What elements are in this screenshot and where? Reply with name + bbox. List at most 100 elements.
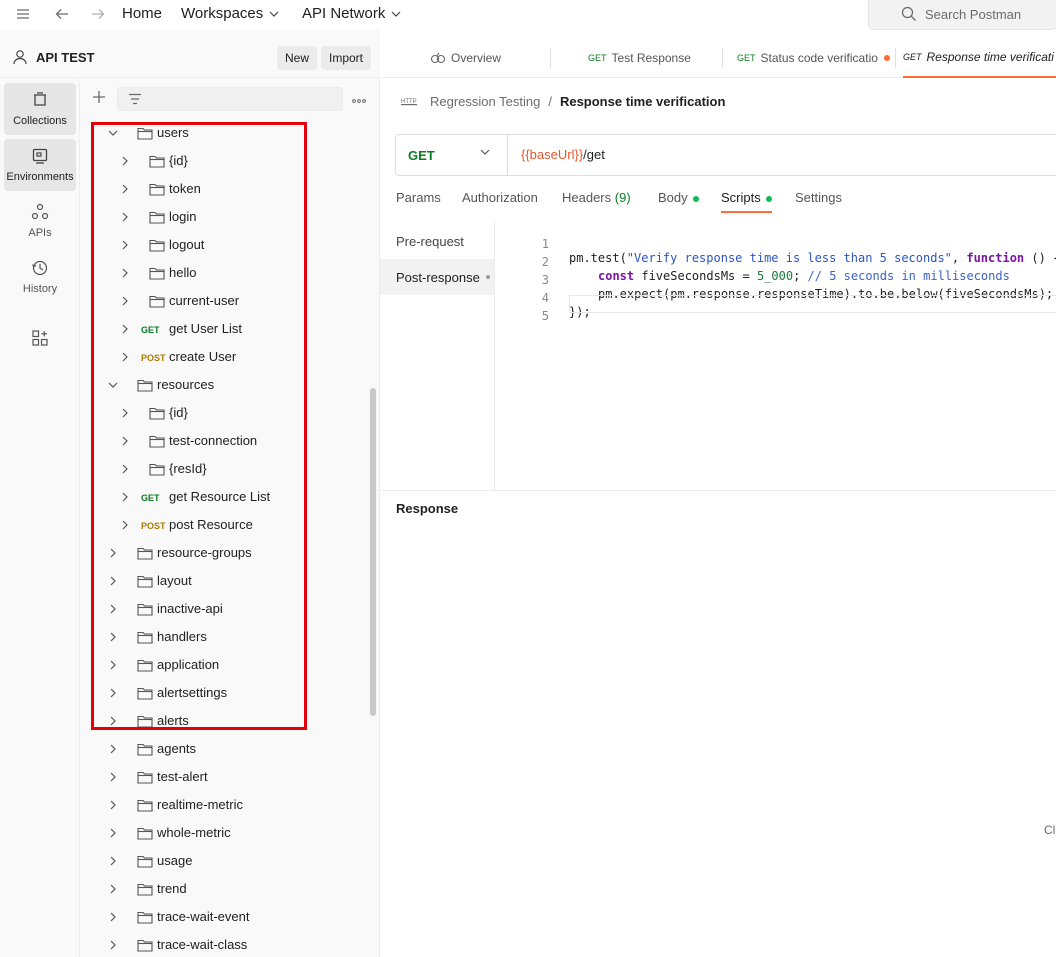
tree-folder-item[interactable]: resource-groups bbox=[80, 539, 370, 567]
chevron-right-icon[interactable] bbox=[119, 407, 131, 419]
tree-folder-item[interactable]: trace-wait-event bbox=[80, 903, 370, 931]
chevron-right-icon[interactable] bbox=[119, 463, 131, 475]
tree-folder-item[interactable]: inactive-api bbox=[80, 595, 370, 623]
api-network-menu[interactable]: API Network bbox=[302, 5, 401, 22]
configure-workbench-button[interactable] bbox=[4, 312, 76, 364]
tab-settings[interactable]: Settings bbox=[795, 190, 842, 205]
tab-response-time-verification[interactable]: GET Response time verificati bbox=[903, 38, 1056, 78]
chevron-right-icon[interactable] bbox=[119, 267, 131, 279]
tree-folder-item[interactable]: test-alert bbox=[80, 763, 370, 791]
tree-folder-item[interactable]: {id} bbox=[80, 399, 370, 427]
pre-request-option[interactable]: Pre-request bbox=[380, 223, 494, 259]
chevron-right-icon[interactable] bbox=[119, 239, 131, 251]
tab-test-response[interactable]: GET Test Response bbox=[588, 38, 691, 78]
method-select[interactable]: GET bbox=[396, 135, 508, 175]
tab-params[interactable]: Params bbox=[396, 190, 441, 205]
tree-folder-item[interactable]: logout bbox=[80, 231, 370, 259]
home-link[interactable]: Home bbox=[122, 5, 162, 22]
scripts-indicator-dot bbox=[765, 195, 772, 202]
chevron-right-icon[interactable] bbox=[119, 491, 131, 503]
tree-folder-item[interactable]: login bbox=[80, 203, 370, 231]
tab-overview[interactable]: Overview bbox=[430, 38, 501, 78]
forward-arrow-icon[interactable] bbox=[89, 4, 107, 24]
breadcrumb-parent[interactable]: Regression Testing bbox=[430, 94, 540, 109]
chevron-right-icon[interactable] bbox=[119, 211, 131, 223]
post-response-option[interactable]: Post-response bbox=[380, 259, 494, 295]
tree-folder-item[interactable]: resources bbox=[80, 371, 370, 399]
chevron-right-icon[interactable] bbox=[107, 575, 119, 587]
url-input[interactable]: {{baseUrl}}/get bbox=[521, 147, 605, 162]
chevron-right-icon[interactable] bbox=[107, 631, 119, 643]
breadcrumb-current[interactable]: Response time verification bbox=[560, 94, 725, 109]
filter-input[interactable] bbox=[117, 87, 343, 111]
tab-status-code-verification[interactable]: GET Status code verificatio bbox=[737, 38, 890, 78]
tab-headers[interactable]: Headers (9) bbox=[562, 190, 631, 205]
sidebar-scrollbar[interactable] bbox=[370, 388, 376, 716]
add-collection-button[interactable] bbox=[92, 90, 108, 106]
tree-folder-item[interactable]: trend bbox=[80, 875, 370, 903]
tree-folder-item[interactable]: {id} bbox=[80, 147, 370, 175]
tree-folder-item[interactable]: current-user bbox=[80, 287, 370, 315]
rail-item-history[interactable]: History bbox=[4, 251, 76, 303]
chevron-right-icon[interactable] bbox=[107, 799, 119, 811]
back-arrow-icon[interactable] bbox=[53, 4, 71, 24]
folder-icon bbox=[149, 434, 165, 448]
tree-request-item[interactable]: GET get User List bbox=[80, 315, 370, 343]
tree-folder-item[interactable]: usage bbox=[80, 847, 370, 875]
new-button[interactable]: New bbox=[277, 46, 318, 70]
chevron-right-icon[interactable] bbox=[119, 519, 131, 531]
tree-request-item[interactable]: POST post Resource bbox=[80, 511, 370, 539]
chevron-right-icon[interactable] bbox=[119, 155, 131, 167]
rail-item-environments[interactable]: Environments bbox=[4, 139, 76, 191]
tree-folder-item[interactable]: hello bbox=[80, 259, 370, 287]
tree-folder-item[interactable]: alerts bbox=[80, 707, 370, 735]
tree-item-label: current-user bbox=[169, 293, 240, 308]
tree-folder-item[interactable]: test-connection bbox=[80, 427, 370, 455]
chevron-right-icon[interactable] bbox=[107, 659, 119, 671]
more-options-icon[interactable] bbox=[352, 92, 366, 106]
chevron-right-icon[interactable] bbox=[119, 351, 131, 363]
tree-folder-item[interactable]: realtime-metric bbox=[80, 791, 370, 819]
tab-body[interactable]: Body bbox=[658, 190, 699, 205]
chevron-right-icon[interactable] bbox=[107, 715, 119, 727]
tree-folder-item[interactable]: whole-metric bbox=[80, 819, 370, 847]
chevron-right-icon[interactable] bbox=[107, 743, 119, 755]
tab-scripts[interactable]: Scripts bbox=[721, 190, 772, 213]
chevron-right-icon[interactable] bbox=[119, 295, 131, 307]
tree-item-label: agents bbox=[157, 741, 197, 756]
chevron-right-icon[interactable] bbox=[107, 771, 119, 783]
chevron-right-icon[interactable] bbox=[107, 603, 119, 615]
chevron-right-icon[interactable] bbox=[107, 911, 119, 923]
search-input[interactable]: Search Postman bbox=[868, 0, 1056, 30]
tree-folder-item[interactable]: alertsettings bbox=[80, 679, 370, 707]
tree-folder-item[interactable]: users bbox=[80, 119, 370, 147]
chevron-right-icon[interactable] bbox=[119, 435, 131, 447]
code-editor[interactable]: 1 pm.test("Verify response time is less … bbox=[495, 222, 1056, 490]
chevron-right-icon[interactable] bbox=[107, 827, 119, 839]
chevron-right-icon[interactable] bbox=[107, 687, 119, 699]
menu-icon[interactable] bbox=[14, 4, 32, 24]
chevron-right-icon[interactable] bbox=[119, 323, 131, 335]
search-placeholder: Search Postman bbox=[925, 7, 1022, 22]
tab-authorization[interactable]: Authorization bbox=[462, 190, 538, 205]
workspaces-menu[interactable]: Workspaces bbox=[181, 5, 279, 22]
chevron-right-icon[interactable] bbox=[119, 183, 131, 195]
tree-folder-item[interactable]: agents bbox=[80, 735, 370, 763]
tree-folder-item[interactable]: {resId} bbox=[80, 455, 370, 483]
tree-folder-item[interactable]: trace-wait-class bbox=[80, 931, 370, 957]
chevron-down-icon[interactable] bbox=[107, 379, 119, 391]
chevron-down-icon[interactable] bbox=[107, 127, 119, 139]
rail-item-apis[interactable]: APIs bbox=[4, 195, 76, 247]
chevron-right-icon[interactable] bbox=[107, 883, 119, 895]
tree-folder-item[interactable]: application bbox=[80, 651, 370, 679]
tree-request-item[interactable]: GET get Resource List bbox=[80, 483, 370, 511]
chevron-right-icon[interactable] bbox=[107, 855, 119, 867]
tree-folder-item[interactable]: handlers bbox=[80, 623, 370, 651]
chevron-right-icon[interactable] bbox=[107, 547, 119, 559]
rail-item-collections[interactable]: Collections bbox=[4, 83, 76, 135]
tree-request-item[interactable]: POST create User bbox=[80, 343, 370, 371]
chevron-right-icon[interactable] bbox=[107, 939, 119, 951]
tree-folder-item[interactable]: layout bbox=[80, 567, 370, 595]
import-button[interactable]: Import bbox=[321, 46, 372, 70]
tree-folder-item[interactable]: token bbox=[80, 175, 370, 203]
